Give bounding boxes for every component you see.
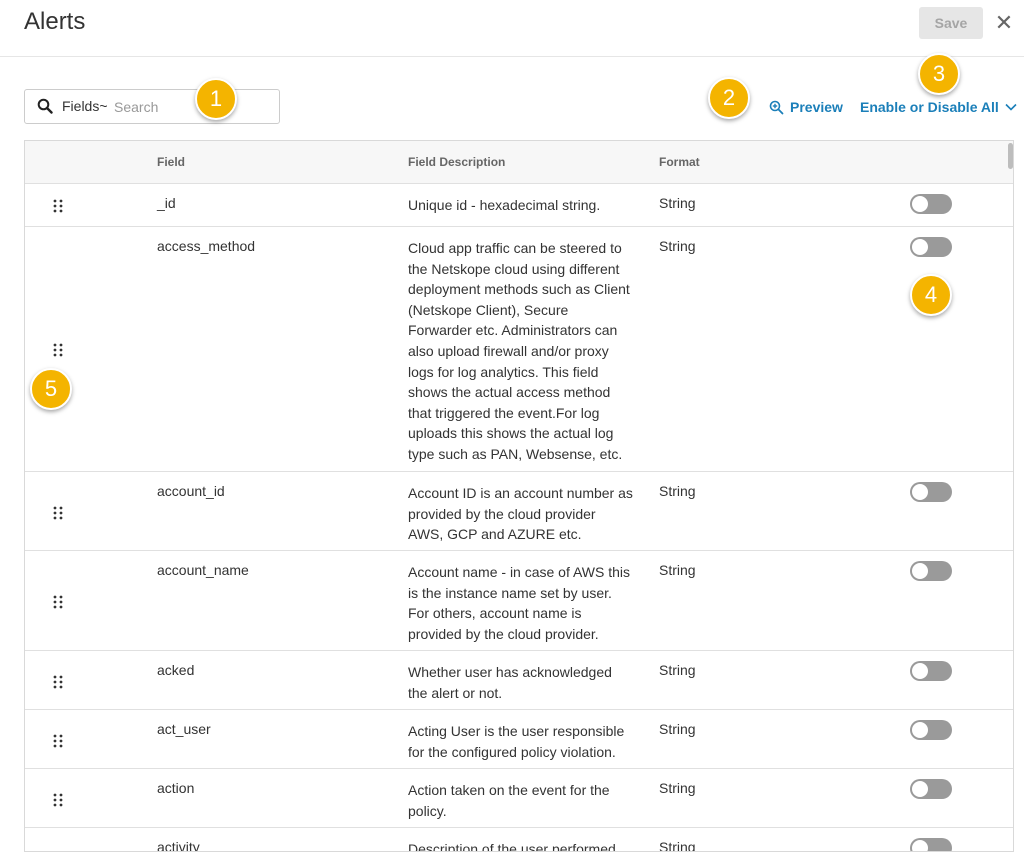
scrollbar[interactable]: [1008, 143, 1013, 169]
drag-handle-icon[interactable]: [53, 734, 63, 748]
column-header-description: Field Description: [408, 155, 506, 169]
field-toggle[interactable]: [910, 661, 952, 681]
field-format: String: [659, 562, 696, 578]
column-header-format: Format: [659, 155, 700, 169]
table-row: account_name Account name - in case of A…: [25, 551, 1013, 651]
search-input[interactable]: [114, 96, 264, 118]
table-row: action Action taken on the event for the…: [25, 769, 1013, 828]
field-name: account_id: [157, 483, 225, 499]
preview-link[interactable]: Preview: [769, 97, 843, 117]
field-description: Acting User is the user responsible for …: [408, 723, 625, 760]
drag-handle-icon[interactable]: [53, 343, 63, 357]
column-header-field: Field: [157, 155, 186, 169]
page-title: Alerts: [24, 8, 86, 35]
toggle-knob: [912, 239, 928, 255]
field-name: account_name: [157, 562, 249, 578]
drag-handle-icon[interactable]: [53, 199, 63, 213]
field-name: action: [157, 780, 195, 796]
field-description: Account ID is an account number as provi…: [408, 485, 633, 543]
toggle-knob: [912, 196, 928, 212]
field-toggle[interactable]: [910, 720, 952, 740]
field-name: activity: [157, 839, 200, 852]
field-name: _id: [157, 195, 176, 211]
save-button[interactable]: Save: [919, 7, 983, 39]
fields-table: Field Field Description Format _id Uniqu…: [24, 140, 1014, 852]
callout-badge: 1: [195, 78, 237, 120]
search-field[interactable]: Fields~: [24, 89, 280, 124]
field-format: String: [659, 721, 696, 737]
field-description: Unique id - hexadecimal string.: [408, 197, 601, 213]
field-toggle[interactable]: [910, 838, 952, 851]
field-format: String: [659, 780, 696, 796]
field-description: Action taken on the event for the policy…: [408, 782, 610, 819]
field-description: Account name - in case of AWS this is th…: [408, 564, 631, 642]
toggle-knob: [912, 840, 928, 851]
enable-disable-all-label: Enable or Disable All: [860, 99, 999, 115]
field-name: act_user: [157, 721, 211, 737]
enable-disable-all-dropdown[interactable]: Enable or Disable All: [860, 97, 1017, 117]
field-name: access_method: [157, 238, 256, 254]
search-icon: [37, 98, 53, 114]
field-format: String: [659, 238, 696, 254]
field-format: String: [659, 195, 696, 211]
callout-badge: 4: [910, 274, 952, 316]
field-toggle[interactable]: [910, 237, 952, 257]
field-format: String: [659, 839, 696, 852]
toggle-knob: [912, 722, 928, 738]
drag-handle-icon[interactable]: [53, 595, 63, 609]
field-description: Whether user has acknowledged the alert …: [408, 664, 612, 701]
table-row: _id Unique id - hexadecimal string. Stri…: [25, 184, 1013, 227]
fields-filter-dropdown[interactable]: Fields~: [62, 98, 108, 114]
table-row: access_method Cloud app traffic can be s…: [25, 227, 1013, 472]
drag-handle-icon[interactable]: [53, 506, 63, 520]
field-toggle[interactable]: [910, 561, 952, 581]
close-icon[interactable]: ✕: [994, 11, 1014, 35]
field-format: String: [659, 483, 696, 499]
field-description: Cloud app traffic can be steered to the …: [408, 240, 630, 462]
field-format: String: [659, 662, 696, 678]
callout-badge: 5: [30, 368, 72, 410]
field-name: acked: [157, 662, 195, 678]
preview-label: Preview: [790, 99, 843, 115]
toggle-knob: [912, 563, 928, 579]
table-row: act_user Acting User is the user respons…: [25, 710, 1013, 769]
table-row: account_id Account ID is an account numb…: [25, 472, 1013, 551]
table-row: activity Description of the user perform…: [25, 828, 1013, 852]
field-toggle[interactable]: [910, 194, 952, 214]
drag-handle-icon[interactable]: [53, 793, 63, 807]
callout-badge: 3: [918, 53, 960, 95]
toggle-knob: [912, 663, 928, 679]
chevron-down-icon: [1005, 103, 1017, 111]
drag-handle-icon[interactable]: [53, 675, 63, 689]
callout-badge: 2: [708, 77, 750, 119]
field-description: Description of the user performed: [408, 841, 616, 852]
field-toggle[interactable]: [910, 779, 952, 799]
modal-header: Alerts Save ✕: [0, 0, 1024, 57]
table-row: acked Whether user has acknowledged the …: [25, 651, 1013, 710]
toggle-knob: [912, 781, 928, 797]
field-toggle[interactable]: [910, 482, 952, 502]
toggle-knob: [912, 484, 928, 500]
table-body: _id Unique id - hexadecimal string. Stri…: [25, 184, 1013, 852]
table-header: Field Field Description Format: [25, 141, 1013, 184]
zoom-in-icon: [769, 100, 784, 114]
